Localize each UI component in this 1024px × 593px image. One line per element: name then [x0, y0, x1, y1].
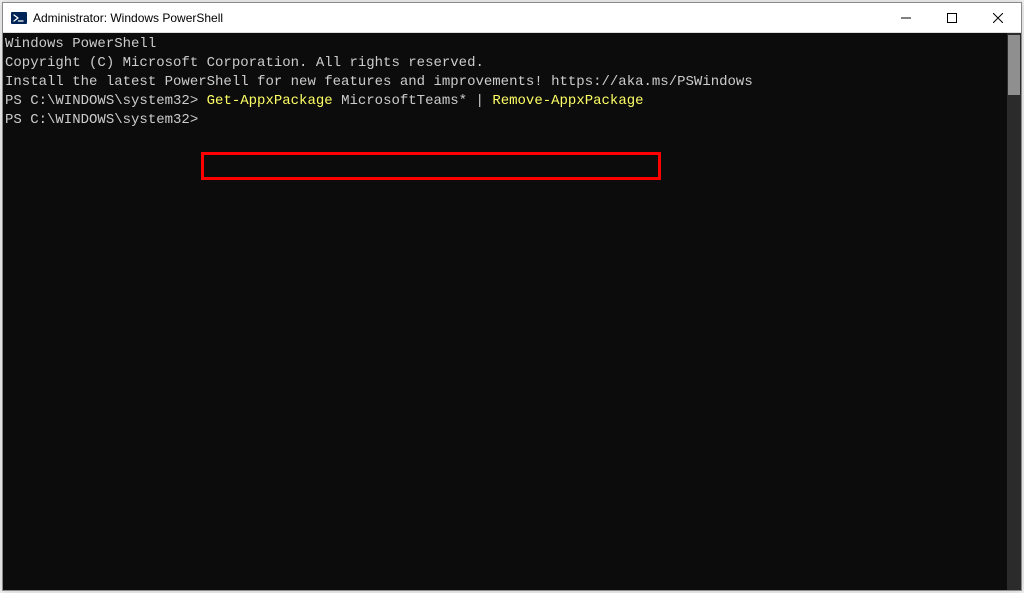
prompt-text: PS C:\WINDOWS\system32> [5, 93, 207, 109]
command-argument: MicrosoftTeams* [341, 93, 467, 109]
command-cmdlet: Get-AppxPackage [207, 93, 341, 109]
terminal-area: Windows PowerShellCopyright (C) Microsof… [3, 33, 1021, 590]
terminal-output[interactable]: Windows PowerShellCopyright (C) Microsof… [3, 33, 1007, 590]
output-line: Copyright (C) Microsoft Corporation. All… [5, 54, 1007, 73]
maximize-button[interactable] [929, 3, 975, 33]
prompt-line: PS C:\WINDOWS\system32> [5, 111, 1007, 130]
command-pipe: | [467, 93, 492, 109]
powershell-icon [11, 10, 27, 26]
scrollbar-thumb[interactable] [1008, 35, 1020, 95]
close-button[interactable] [975, 3, 1021, 33]
window-title: Administrator: Windows PowerShell [33, 11, 223, 25]
output-line: Install the latest PowerShell for new fe… [5, 73, 1007, 92]
output-line: Windows PowerShell [5, 35, 1007, 54]
vertical-scrollbar[interactable] [1007, 33, 1021, 590]
prompt-line: PS C:\WINDOWS\system32> Get-AppxPackage … [5, 92, 1007, 111]
powershell-window: Administrator: Windows PowerShell Window… [2, 2, 1022, 591]
minimize-button[interactable] [883, 3, 929, 33]
titlebar[interactable]: Administrator: Windows PowerShell [3, 3, 1021, 33]
command-cmdlet: Remove-AppxPackage [492, 93, 643, 109]
